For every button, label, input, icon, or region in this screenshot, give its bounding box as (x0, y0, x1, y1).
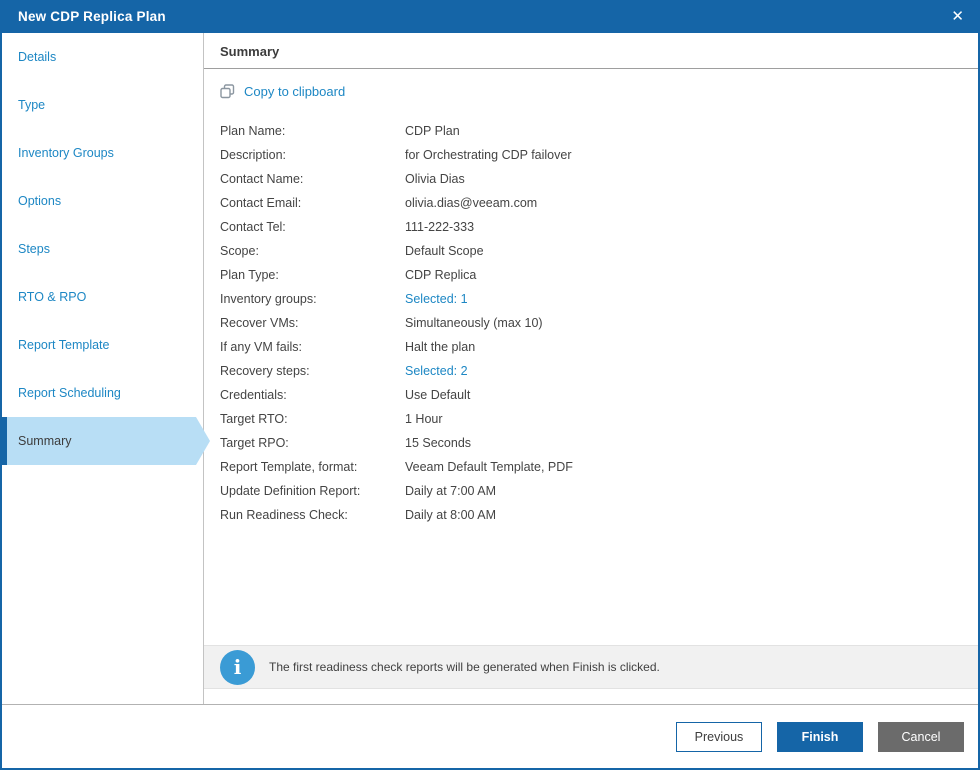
summary-row-plan-name: Plan Name: CDP Plan (220, 119, 978, 143)
summary-row-value: olivia.dias@veeam.com (405, 196, 538, 210)
sidebar-item-label: Steps (18, 242, 50, 256)
previous-button[interactable]: Previous (676, 721, 762, 752)
sidebar-item-steps[interactable]: Steps (2, 225, 203, 273)
sidebar-item-options[interactable]: Options (2, 177, 203, 225)
summary-panel: Summary Copy to clipboard Plan Name: CDP… (204, 33, 978, 704)
sidebar-item-label: Type (18, 98, 46, 112)
dialog-titlebar: New CDP Replica Plan ✕ (2, 0, 978, 33)
info-bar: i The first readiness check reports will… (204, 645, 978, 689)
summary-row-value: Use Default (405, 388, 471, 402)
summary-row-label: Inventory groups: (220, 292, 317, 306)
summary-row-value: CDP Replica (405, 268, 477, 282)
summary-row-value: Olivia Dias (405, 172, 465, 186)
copy-to-clipboard-link[interactable]: Copy to clipboard (220, 84, 345, 99)
close-icon[interactable]: ✕ (951, 9, 964, 24)
summary-row-recovery-steps: Recovery steps: Selected: 2 (220, 359, 978, 383)
summary-row-value: for Orchestrating CDP failover (405, 148, 572, 162)
summary-row-inventory-groups: Inventory groups: Selected: 1 (220, 287, 978, 311)
summary-row-label: Plan Name: (220, 124, 286, 138)
summary-row-label: Contact Tel: (220, 220, 286, 234)
info-icon: i (220, 649, 255, 685)
summary-row-if-any-vm-fails: If any VM fails: Halt the plan (220, 335, 978, 359)
sidebar-item-label: Report Template (18, 338, 110, 352)
sidebar-item-details[interactable]: Details (2, 33, 203, 81)
summary-row-label: Recovery steps: (220, 364, 310, 378)
summary-row-credentials: Credentials: Use Default (220, 383, 978, 407)
sidebar-item-report-scheduling[interactable]: Report Scheduling (2, 369, 203, 417)
wizard-steps-sidebar: Details Type Inventory Groups Options St… (2, 33, 204, 704)
summary-row-contact-email: Contact Email: olivia.dias@veeam.com (220, 191, 978, 215)
sidebar-item-report-template[interactable]: Report Template (2, 321, 203, 369)
summary-row-label: Plan Type: (220, 268, 279, 282)
summary-list: Plan Name: CDP Plan Description: for Orc… (220, 119, 978, 527)
summary-row-contact-name: Contact Name: Olivia Dias (220, 167, 978, 191)
summary-row-label: Recover VMs: (220, 316, 299, 330)
summary-row-value: Simultaneously (max 10) (405, 316, 543, 330)
summary-row-description: Description: for Orchestrating CDP failo… (220, 143, 978, 167)
summary-row-label: Run Readiness Check: (220, 508, 348, 522)
summary-row-label: Description: (220, 148, 286, 162)
sidebar-item-inventory-groups[interactable]: Inventory Groups (2, 129, 203, 177)
summary-row-contact-tel: Contact Tel: 111-222-333 (220, 215, 978, 239)
summary-row-recover-vms: Recover VMs: Simultaneously (max 10) (220, 311, 978, 335)
new-cdp-replica-plan-dialog: New CDP Replica Plan ✕ Details Type Inve… (0, 0, 980, 770)
summary-row-value: Default Scope (405, 244, 484, 258)
sidebar-item-type[interactable]: Type (2, 81, 203, 129)
dialog-title: New CDP Replica Plan (18, 9, 166, 24)
cancel-button[interactable]: Cancel (878, 721, 964, 752)
summary-row-target-rpo: Target RPO: 15 Seconds (220, 431, 978, 455)
dialog-body: Details Type Inventory Groups Options St… (2, 33, 978, 704)
summary-row-label: Target RPO: (220, 436, 289, 450)
summary-row-report-template-format: Report Template, format: Veeam Default T… (220, 455, 978, 479)
summary-row-label: Contact Email: (220, 196, 302, 210)
summary-row-value[interactable]: Selected: 2 (405, 359, 978, 383)
summary-row-label: Target RTO: (220, 412, 288, 426)
dialog-footer: Previous Finish Cancel (2, 704, 978, 768)
summary-row-label: Contact Name: (220, 172, 304, 186)
summary-row-value: Halt the plan (405, 340, 476, 354)
info-text: The first readiness check reports will b… (269, 660, 660, 674)
summary-row-plan-type: Plan Type: CDP Replica (220, 263, 978, 287)
summary-row-value: 1 Hour (405, 412, 443, 426)
sidebar-item-label: Details (18, 50, 57, 64)
summary-row-value: Veeam Default Template, PDF (405, 460, 573, 474)
sidebar-item-label: Report Scheduling (18, 386, 121, 400)
sidebar-item-label: Options (18, 194, 62, 208)
summary-row-value[interactable]: Selected: 1 (405, 287, 978, 311)
summary-row-label: Scope: (220, 244, 259, 258)
copy-icon (220, 84, 235, 99)
sidebar-item-label: Summary (18, 434, 72, 448)
summary-row-run-readiness-check: Run Readiness Check: Daily at 8:00 AM (220, 503, 978, 527)
summary-row-value: CDP Plan (405, 124, 460, 138)
sidebar-item-summary: Summary (2, 417, 210, 465)
summary-row-update-definition-report: Update Definition Report: Daily at 7:00 … (220, 479, 978, 503)
summary-row-label: Report Template, format: (220, 460, 358, 474)
summary-row-value: Daily at 8:00 AM (405, 508, 497, 522)
sidebar-item-label: Inventory Groups (18, 146, 114, 160)
summary-row-value: 15 Seconds (405, 436, 472, 450)
summary-row-label: Credentials: (220, 388, 287, 402)
summary-row-value: 111-222-333 (405, 220, 475, 234)
sidebar-item-label: RTO & RPO (18, 290, 87, 304)
summary-row-label: Update Definition Report: (220, 484, 361, 498)
copy-to-clipboard-label: Copy to clipboard (244, 84, 346, 99)
page-title: Summary (204, 33, 978, 69)
summary-row-label: If any VM fails: (220, 340, 302, 354)
summary-row-scope: Scope: Default Scope (220, 239, 978, 263)
finish-button[interactable]: Finish (777, 721, 863, 752)
summary-row-target-rto: Target RTO: 1 Hour (220, 407, 978, 431)
summary-row-value: Daily at 7:00 AM (405, 484, 497, 498)
sidebar-item-rto-rpo[interactable]: RTO & RPO (2, 273, 203, 321)
